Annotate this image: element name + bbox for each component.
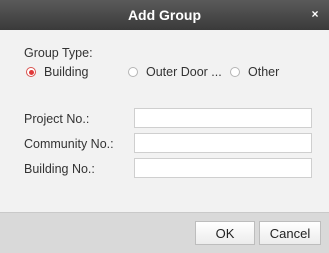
radio-building-label: Building xyxy=(44,65,89,79)
ok-button[interactable]: OK xyxy=(195,221,255,245)
cancel-button[interactable]: Cancel xyxy=(259,221,321,245)
dialog-titlebar: Add Group × xyxy=(0,0,329,30)
radio-outer-door-label: Outer Door ... xyxy=(146,65,222,79)
community-no-label: Community No.: xyxy=(24,137,114,151)
radio-building[interactable]: Building xyxy=(26,64,88,80)
project-no-label: Project No.: xyxy=(24,112,90,126)
building-no-input[interactable] xyxy=(134,158,312,178)
dialog-footer: OK Cancel xyxy=(0,212,329,253)
add-group-dialog: Add Group × Group Type: Building Outer D… xyxy=(0,0,329,253)
dialog-title: Add Group xyxy=(127,7,202,23)
radio-building-icon[interactable] xyxy=(26,67,36,77)
radio-outer-door-icon[interactable] xyxy=(128,67,138,77)
group-type-label: Group Type: xyxy=(24,46,93,60)
building-no-label: Building No.: xyxy=(24,162,95,176)
close-icon[interactable]: × xyxy=(309,8,321,20)
radio-outer-door[interactable]: Outer Door ... xyxy=(128,64,222,80)
radio-other-icon[interactable] xyxy=(230,67,240,77)
project-no-input[interactable] xyxy=(134,108,312,128)
radio-other[interactable]: Other xyxy=(230,64,279,80)
radio-other-label: Other xyxy=(248,65,280,79)
community-no-input[interactable] xyxy=(134,133,312,153)
